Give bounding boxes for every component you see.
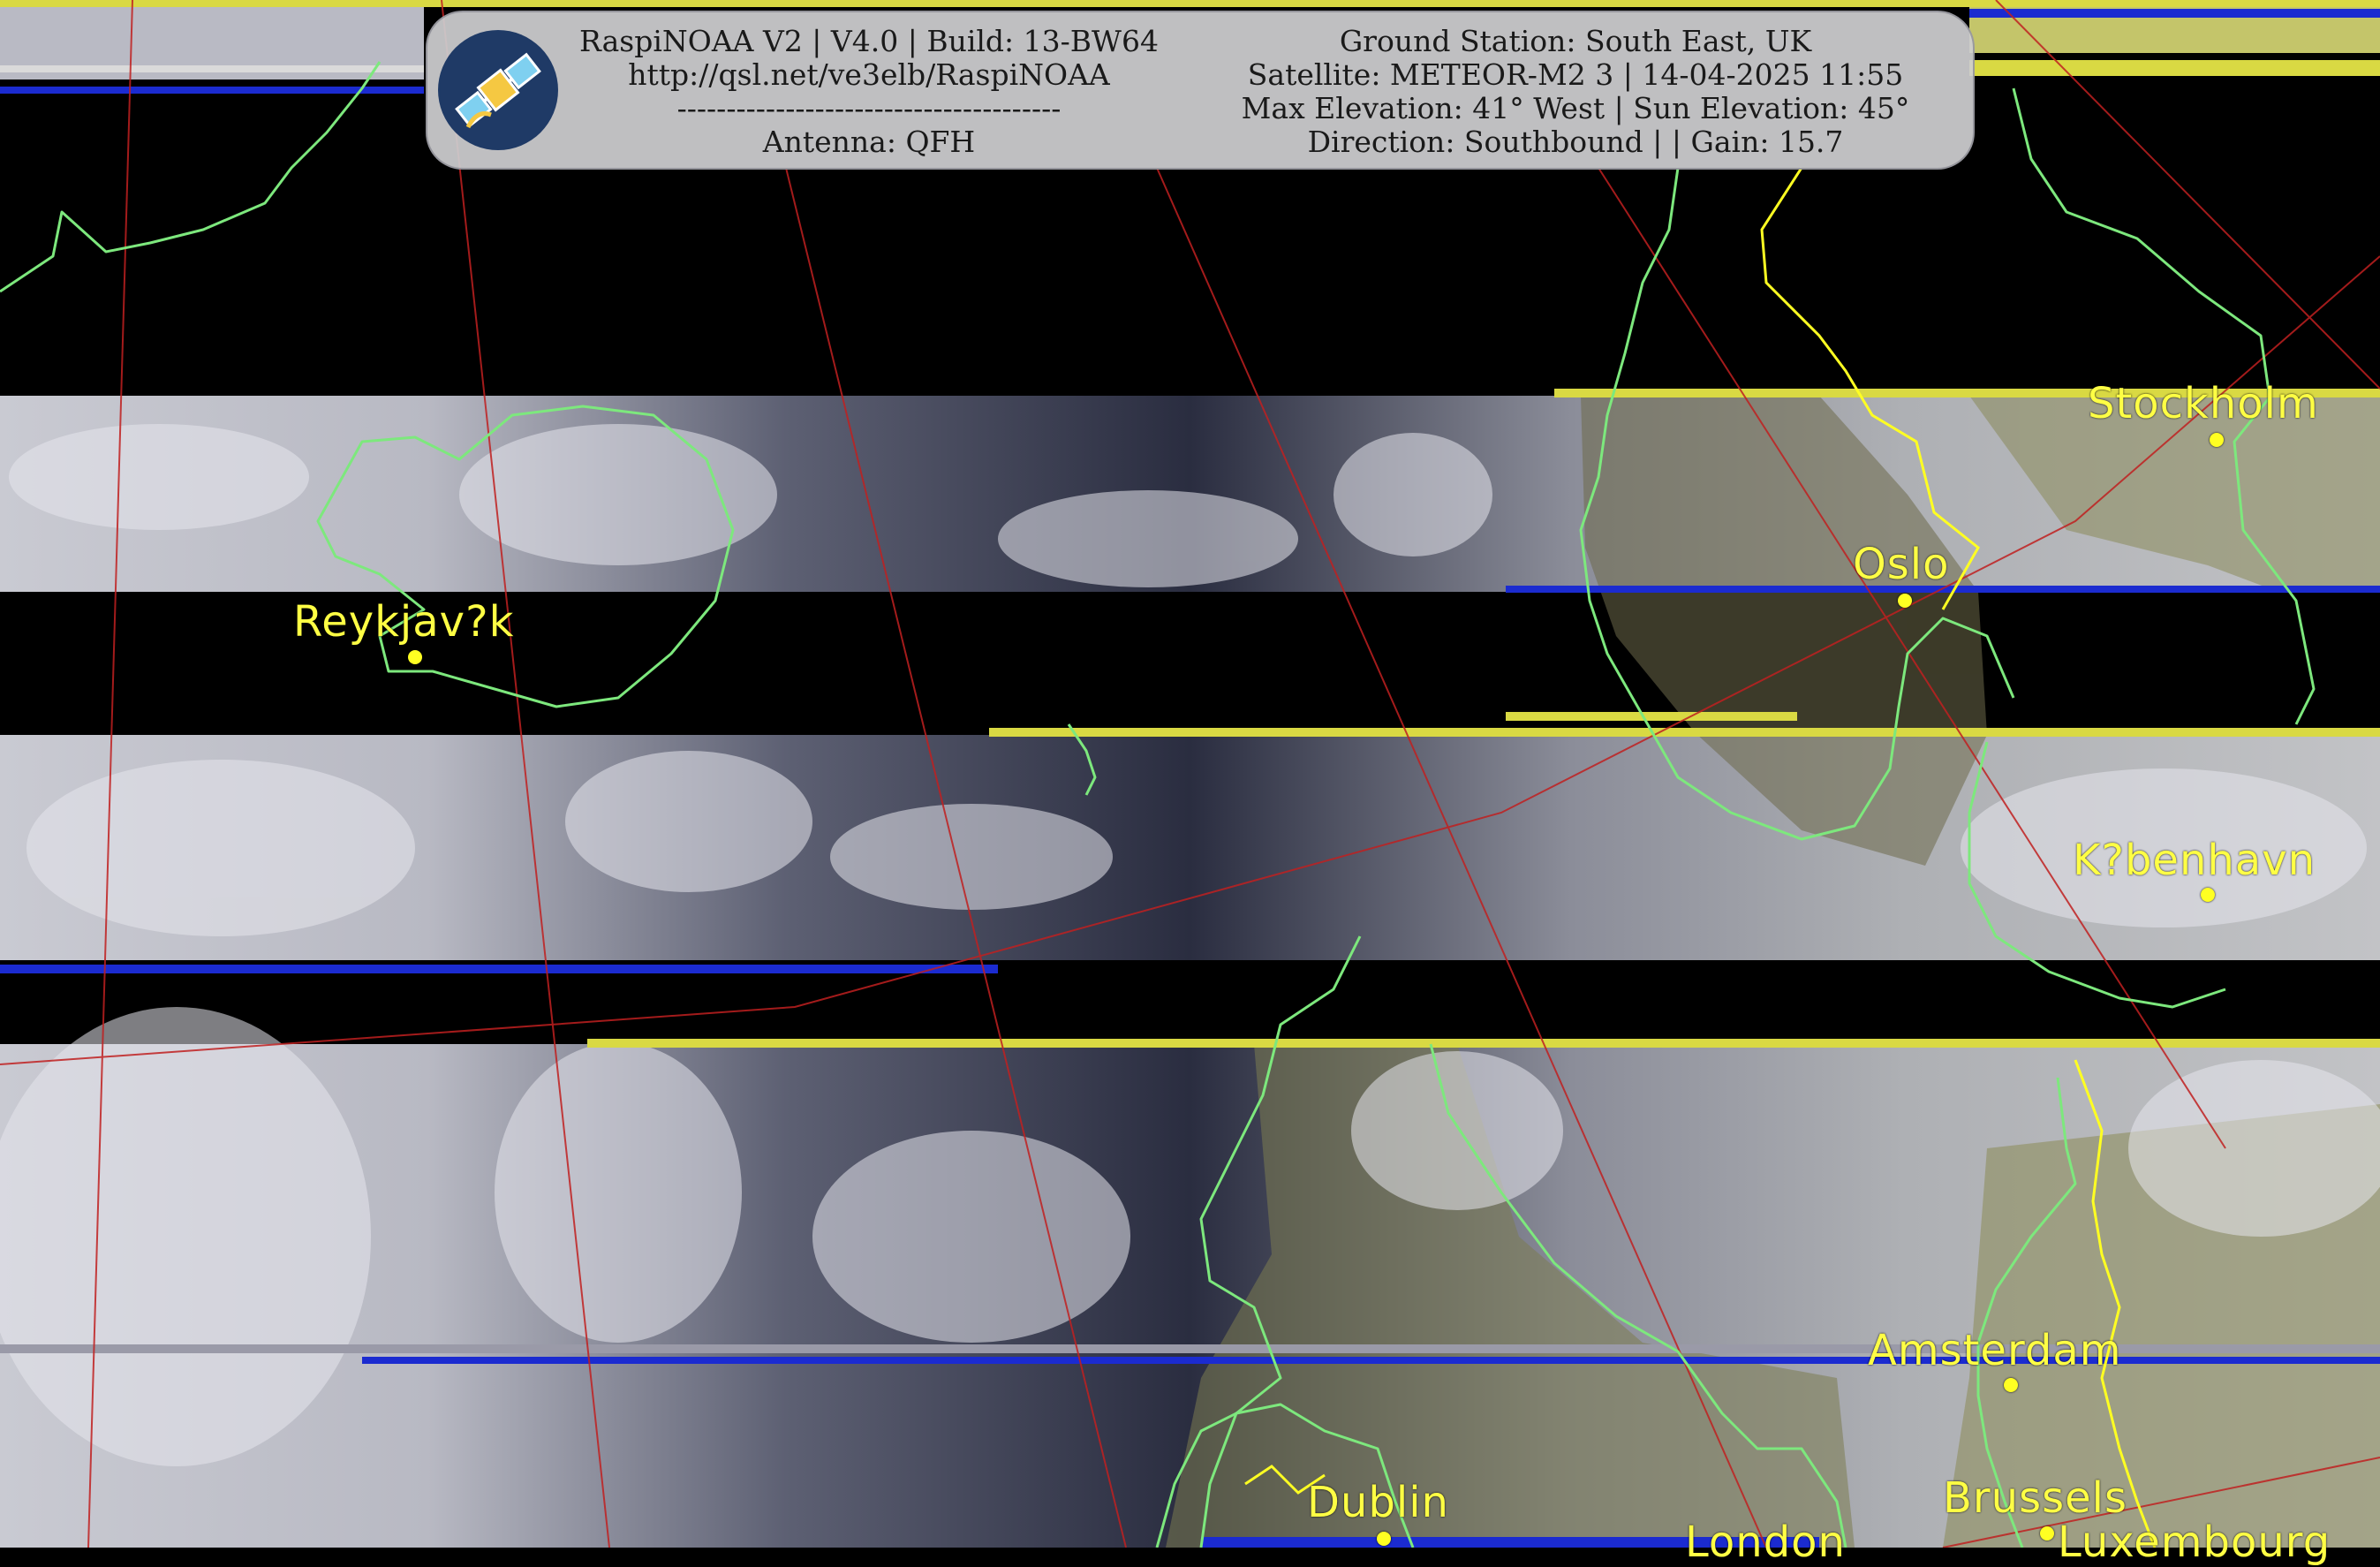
city-label-amsterdam: Amsterdam [1868,1326,2122,1375]
greenland-coast [0,61,382,293]
antenna-info: Antenna: QFH [762,125,976,159]
city-marker-kobenhavn [2201,888,2215,902]
project-url: http://qsl.net/ve3elb/RaspiNOAA [628,57,1110,92]
city-marker-reykjavik [408,650,422,664]
city-label-brussels: Brussels [1943,1473,2127,1523]
imagery-band [1969,0,2380,53]
satellite-info: Satellite: METEOR-M2 3 | 14-04-2025 11:5… [1247,57,1904,92]
city-label-reykjavik: Reykjav?k [293,597,515,647]
city-label-oslo: Oslo [1853,540,1950,589]
city-marker-dublin [1377,1532,1391,1546]
build-line: RaspiNOAA V2 | V4.0 | Build: 13-BW64 [579,24,1159,58]
city-marker-amsterdam [2004,1378,2018,1392]
satellite-icon [438,30,558,150]
ground-station: Ground Station: South East, UK [1339,24,1812,58]
build-info: RaspiNOAA V2 | V4.0 | Build: 13-BW64 htt… [578,25,1160,159]
city-label-london: London [1685,1518,1846,1567]
city-marker-stockholm [2210,433,2224,447]
pass-details: Ground Station: South East, UK Satellite… [1205,25,1946,159]
city-label-kobenhavn: K?benhavn [2073,836,2316,885]
city-label-dublin: Dublin [1307,1478,1449,1527]
city-marker-brussels [2040,1526,2054,1541]
city-label-stockholm: Stockholm [2088,379,2319,428]
separator-line: --------------------------------------- [676,91,1062,125]
city-label-luxembourg: Luxembourg [2058,1518,2331,1567]
direction-gain-info: Direction: Southbound | | Gain: 15.7 [1307,125,1844,159]
pass-info-panel: RaspiNOAA V2 | V4.0 | Build: 13-BW64 htt… [426,11,1975,170]
elevation-info: Max Elevation: 41° West | Sun Elevation:… [1241,91,1910,125]
city-marker-oslo [1898,594,1912,608]
satellite-map [0,0,2380,1548]
